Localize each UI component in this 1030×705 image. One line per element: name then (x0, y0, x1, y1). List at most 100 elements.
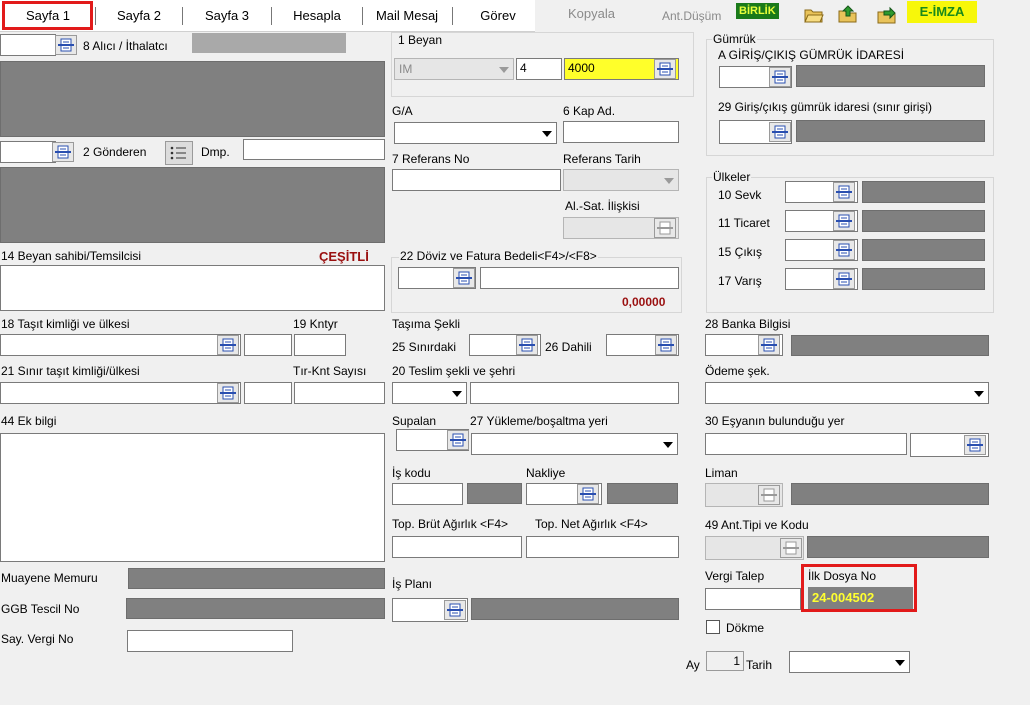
varis-lookup-button[interactable] (833, 269, 855, 289)
sinir-tasit-ulke-input[interactable] (244, 382, 292, 404)
is-kodu-input[interactable] (392, 483, 463, 505)
kap-ad-input[interactable] (563, 121, 679, 143)
gonderen-label: 2 Gönderen (83, 145, 147, 159)
beyan-sahibi-label: 14 Beyan sahibi/Temsilcisi (1, 249, 142, 263)
teslim-select[interactable] (392, 382, 467, 404)
doviz-lookup-button[interactable] (453, 268, 475, 288)
referans-tarih-select[interactable] (563, 169, 679, 191)
tarih-select[interactable] (789, 651, 910, 673)
sevk-label: 10 Sevk (718, 188, 762, 202)
tab-mail-mesaj[interactable]: Mail Mesaj (363, 4, 451, 28)
gonderen-code-input[interactable] (0, 141, 56, 163)
folder-open-icon[interactable] (804, 6, 824, 24)
tir-knt-label: Tır-Knt Sayısı (293, 364, 367, 378)
kopyala-button[interactable]: Kopyala (568, 6, 615, 21)
is-kodu-label: İş kodu (392, 466, 431, 480)
alici-code-input[interactable] (0, 34, 56, 56)
tab-sayfa-2[interactable]: Sayfa 2 (96, 4, 182, 28)
sinir-girisi-field (796, 120, 985, 142)
cikis-lookup-button[interactable] (833, 240, 855, 260)
list-button[interactable] (165, 141, 193, 165)
sinirdaki-lookup-button[interactable] (516, 335, 538, 355)
liman-lookup-button[interactable] (758, 485, 780, 505)
tasima-label: Taşıma Şekli (392, 317, 461, 331)
odeme-select[interactable] (705, 382, 989, 404)
is-plani-lookup-button[interactable] (444, 600, 466, 620)
yukleme-select[interactable] (471, 433, 678, 455)
al-sat-label: Al.-Sat. İlişkisi (565, 199, 640, 213)
e-imza-button[interactable]: E-İMZA (907, 1, 977, 23)
lookup-icon (836, 243, 852, 257)
gonderen-lookup-button[interactable] (52, 142, 74, 162)
folder-up-icon[interactable] (838, 4, 858, 24)
beyan-type-select[interactable]: IM (394, 58, 514, 80)
ay-input[interactable]: 1 (706, 651, 744, 671)
sinir-girisi-lookup-button[interactable] (769, 122, 791, 142)
lookup-icon (447, 603, 463, 617)
ga-select[interactable] (394, 122, 557, 144)
esya-yer-input[interactable] (705, 433, 907, 455)
kap-ad-label: 6 Kap Ad. (563, 104, 616, 118)
folder-forward-icon[interactable] (877, 5, 897, 25)
lookup-icon (761, 488, 777, 502)
dahili-lookup-button[interactable] (655, 335, 677, 355)
tasit-input[interactable] (0, 334, 241, 356)
supalan-lookup-button[interactable] (447, 430, 469, 450)
birlik-badge[interactable]: BİRLİK (736, 3, 779, 19)
sinir-tasit-input[interactable] (0, 382, 241, 404)
lookup-icon (456, 271, 472, 285)
doviz-label: 22 Döviz ve Fatura Bedeli<F4>/<F8> (399, 249, 598, 263)
al-sat-lookup-button[interactable] (654, 218, 676, 238)
banka-field (791, 335, 989, 356)
ticaret-lookup-button[interactable] (833, 211, 855, 231)
sevk-lookup-button[interactable] (833, 182, 855, 202)
lookup-icon (772, 70, 788, 84)
cikis-label: 15 Çıkış (718, 245, 763, 259)
dmp-input[interactable] (243, 139, 385, 160)
ant-tipi-lookup-button[interactable] (780, 538, 802, 558)
muayene-field (128, 568, 385, 589)
tab-gorev[interactable]: Görev (453, 4, 543, 28)
vergi-talep-label: Vergi Talep (705, 569, 765, 583)
is-kodu-field (467, 483, 522, 504)
ggb-label: GGB Tescil No (1, 602, 80, 616)
esya-yer-lookup-button[interactable] (964, 435, 986, 455)
tasit-ulke-input[interactable] (244, 334, 292, 356)
dokme-label: Dökme (726, 621, 765, 635)
ek-bilgi-area[interactable] (0, 433, 385, 562)
vergi-talep-input[interactable] (705, 588, 801, 610)
ay-label: Ay (686, 658, 700, 672)
beyan-sahibi-area[interactable] (0, 265, 385, 311)
tab-sayfa-3[interactable]: Sayfa 3 (183, 4, 271, 28)
liman-field (791, 483, 989, 505)
banka-lookup-button[interactable] (758, 335, 780, 355)
dmp-label: Dmp. (201, 145, 230, 159)
ulkeler-label: Ülkeler (712, 170, 752, 184)
ant-dusum-button[interactable]: Ant.Düşüm (662, 9, 721, 23)
beyan-num-input[interactable]: 4 (516, 58, 562, 80)
teslim-sehir-input[interactable] (470, 382, 679, 404)
ggb-field (126, 598, 385, 619)
tasit-lookup-button[interactable] (217, 335, 239, 355)
doviz-bedel-input[interactable] (480, 267, 679, 289)
alici-lookup-button[interactable] (55, 35, 77, 55)
dokme-checkbox[interactable] (706, 620, 720, 634)
doviz-amount: 0,00000 (622, 295, 666, 309)
referans-no-input[interactable] (392, 169, 561, 191)
tir-knt-input[interactable] (294, 382, 385, 404)
nakliye-lookup-button[interactable] (577, 484, 599, 504)
ant-tipi-field (807, 536, 989, 558)
net-input[interactable] (526, 536, 679, 558)
sinirdaki-label: 25 Sınırdaki (392, 340, 457, 354)
giris-cikis-lookup-button[interactable] (769, 67, 791, 87)
brut-input[interactable] (392, 536, 522, 558)
beyan-code-lookup-button[interactable] (654, 59, 676, 79)
say-vergi-input[interactable] (127, 630, 293, 652)
tab-hesapla[interactable]: Hesapla (272, 4, 362, 28)
sinir-tasit-lookup-button[interactable] (217, 383, 239, 403)
varis-field (862, 268, 985, 290)
kntyr-input[interactable] (294, 334, 346, 356)
referans-no-label: 7 Referans No (392, 152, 470, 166)
teslim-label: 20 Teslim şekli ve şehri (392, 364, 516, 378)
nakliye-field (607, 483, 678, 504)
